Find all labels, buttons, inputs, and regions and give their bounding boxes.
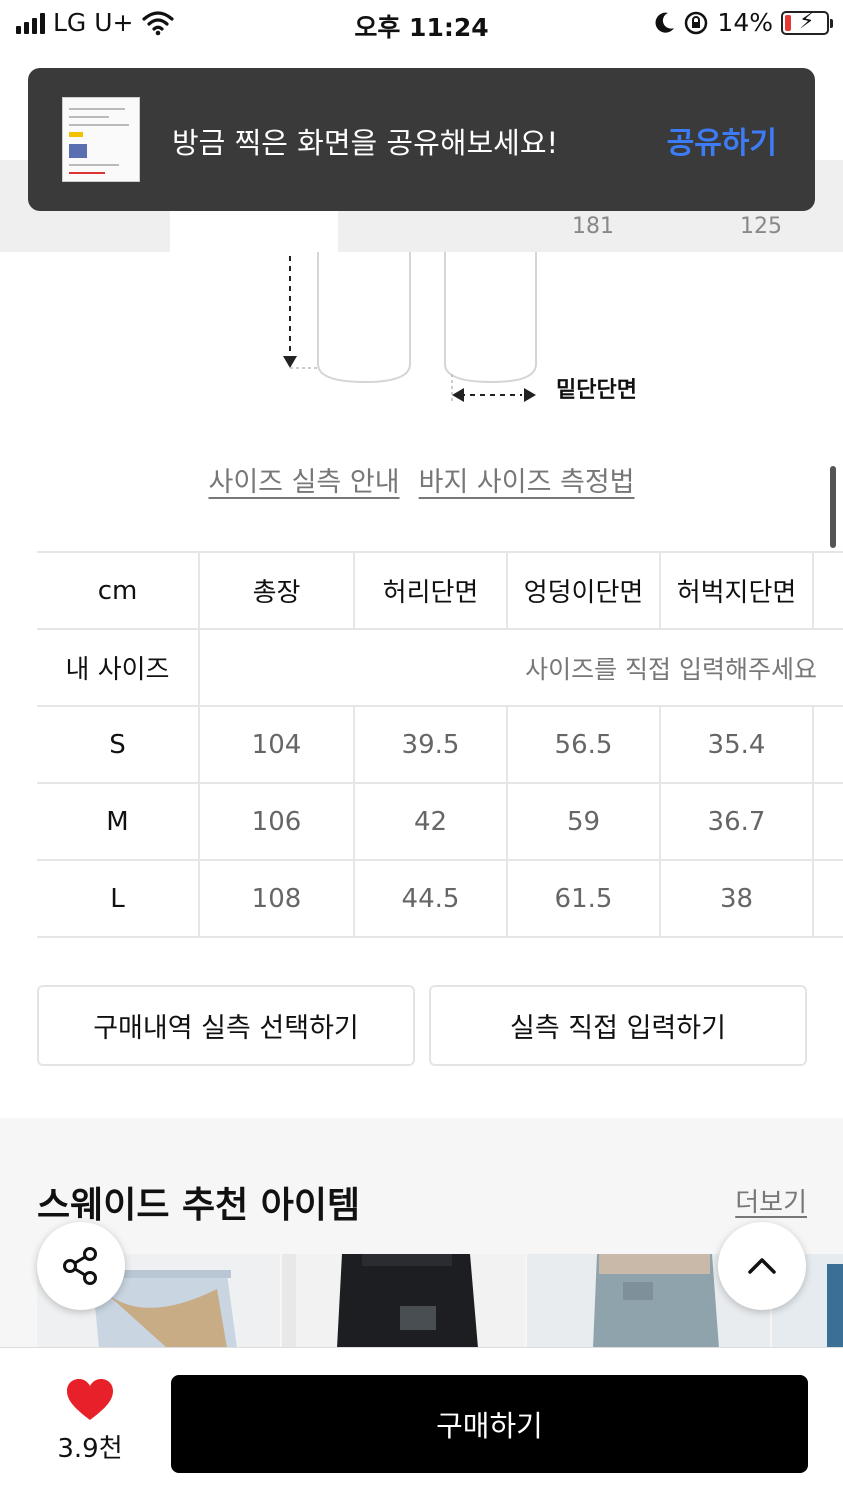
recommendation-title: 스웨이드 추천 아이템 — [37, 1185, 361, 1226]
hem-width-label: 밑단단면 — [556, 378, 637, 403]
size-value: 56.5 — [554, 729, 613, 760]
table-row: S 104 39.5 56.5 35.4 — [37, 707, 843, 784]
tab-stat-1: 181 — [572, 214, 614, 239]
battery-icon: ⚡ — [781, 8, 833, 35]
bottom-action-bar: 3.9천 구매하기 — [0, 1347, 843, 1500]
product-card[interactable] — [282, 1254, 525, 1348]
table-header-row: cm 총장 허리단면 엉덩이단면 허벅지단면 — [37, 553, 843, 630]
measure-guide-link[interactable]: 바지 사이즈 측정법 — [419, 467, 635, 498]
size-value: 106 — [251, 806, 302, 837]
size-value: 39.5 — [401, 729, 460, 760]
size-value: 36.7 — [707, 806, 766, 837]
size-value: 59 — [566, 806, 601, 837]
size-table: cm 총장 허리단면 엉덩이단면 허벅지단면 내 사이즈 사이즈를 직접 입력해… — [37, 551, 843, 938]
size-value: 104 — [251, 729, 302, 760]
table-header-thigh: 허벅지단면 — [676, 578, 797, 608]
size-guide-links: 사이즈 실측 안내 바지 사이즈 측정법 — [0, 460, 843, 499]
battery-level — [785, 14, 791, 31]
status-right: 14% ⚡ — [653, 8, 833, 37]
battery-percent: 14% — [717, 8, 773, 37]
screenshot-thumbnail[interactable] — [62, 97, 140, 182]
like-count: 3.9천 — [57, 1434, 123, 1464]
toast-message: 방금 찍은 화면을 공유해보세요! — [172, 126, 559, 160]
charging-icon: ⚡ — [799, 8, 815, 34]
share-toast: 방금 찍은 화면을 공유해보세요! 공유하기 — [28, 68, 815, 211]
table-header-total-length: 총장 — [252, 578, 301, 608]
size-label: M — [37, 784, 200, 859]
like-button[interactable]: 3.9천 — [50, 1378, 130, 1465]
heart-icon — [67, 1379, 113, 1420]
table-row: L 108 44.5 61.5 38 — [37, 861, 843, 938]
size-value: 61.5 — [554, 883, 613, 914]
product-image — [282, 1254, 478, 1348]
table-row-my-size[interactable]: 내 사이즈 사이즈를 직접 입력해주세요 — [37, 630, 843, 707]
size-value: 108 — [251, 883, 302, 914]
rotation-lock-icon — [685, 11, 708, 34]
enter-directly-button[interactable]: 실측 직접 입력하기 — [429, 985, 807, 1066]
tab-stat-2: 125 — [740, 214, 782, 239]
more-link[interactable]: 더보기 — [735, 1182, 807, 1219]
share-icon — [63, 1247, 97, 1285]
share-action-button[interactable]: 공유하기 — [667, 118, 777, 162]
status-bar: LG U+ 오후 11:24 14% ⚡ — [0, 0, 843, 52]
scrollbar[interactable] — [830, 466, 836, 548]
scroll-to-top-button[interactable] — [718, 1222, 806, 1310]
size-value: 38 — [719, 883, 754, 914]
size-label: L — [37, 861, 200, 936]
table-row: M 106 42 59 36.7 — [37, 784, 843, 861]
size-value: 35.4 — [707, 729, 766, 760]
table-header-unit: cm — [37, 553, 200, 628]
size-guide-link[interactable]: 사이즈 실측 안내 — [208, 467, 399, 498]
buy-button[interactable]: 구매하기 — [171, 1375, 808, 1473]
moon-icon — [655, 12, 675, 33]
size-value: 42 — [413, 806, 448, 837]
chevron-up-icon — [748, 1258, 776, 1274]
table-header-waist: 허리단면 — [382, 578, 479, 608]
my-size-placeholder[interactable]: 사이즈를 직접 입력해주세요 — [200, 630, 817, 705]
size-value: 44.5 — [401, 883, 460, 914]
size-label: S — [37, 707, 200, 782]
my-size-label: 내 사이즈 — [37, 630, 200, 705]
table-header-hip: 엉덩이단면 — [523, 578, 644, 608]
select-from-history-button[interactable]: 구매내역 실측 선택하기 — [37, 985, 415, 1066]
share-button[interactable] — [37, 1222, 125, 1310]
